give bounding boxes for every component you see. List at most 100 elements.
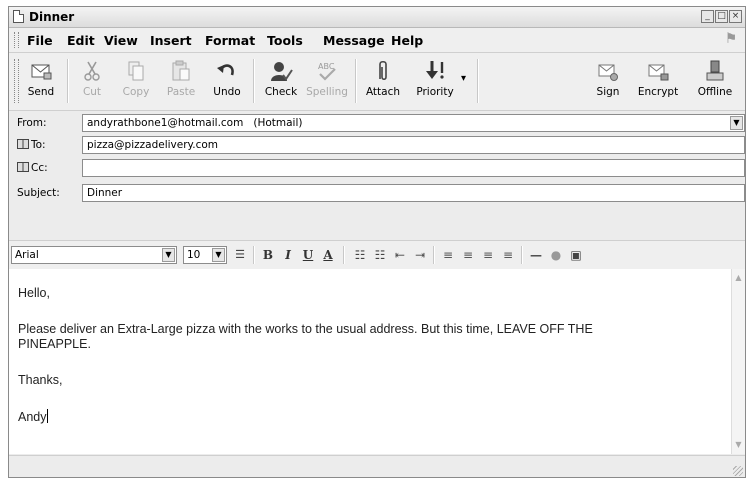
undo-button[interactable]: Undo [207, 57, 247, 105]
scissors-icon [84, 61, 100, 81]
paste-icon [172, 60, 190, 81]
sign-label: Sign [596, 86, 620, 98]
menubar-grip[interactable] [14, 32, 19, 48]
svg-text:ABC: ABC [318, 62, 335, 71]
check-names-icon [271, 62, 293, 81]
to-value: pizza@pizzadelivery.com [87, 139, 219, 151]
insert-picture-icon[interactable]: ▣ [567, 247, 585, 263]
justify-icon[interactable]: ≡ [499, 247, 517, 263]
message-body[interactable]: Hello, Please deliver an Extra-Large piz… [9, 269, 731, 454]
text-caret [46, 409, 48, 423]
body-line-signature-wrap: Andy [18, 409, 48, 424]
menu-insert[interactable]: Insert [150, 33, 192, 48]
from-value: andyrathbone1@hotmail.com (Hotmail) [87, 117, 303, 129]
spelling-button[interactable]: ABC Spelling [305, 57, 349, 105]
title-bar: Dinner _ □ × [9, 7, 745, 28]
priority-button[interactable]: Priority [409, 57, 461, 105]
menu-format[interactable]: Format [205, 33, 255, 48]
address-book-icon [17, 139, 29, 149]
to-label-wrap[interactable]: To: [17, 139, 46, 151]
font-dropdown-button[interactable]: ▼ [162, 248, 175, 262]
paste-button[interactable]: Paste [161, 57, 201, 105]
font-value: Arial [15, 249, 39, 261]
copy-icon [128, 61, 144, 81]
priority-label: Priority [416, 86, 454, 98]
body-line-message: Please deliver an Extra-Large pizza with… [18, 322, 593, 336]
body-line-closing: Thanks, [18, 373, 63, 387]
from-select[interactable]: andyrathbone1@hotmail.com (Hotmail) ▼ [82, 114, 745, 132]
underline-icon[interactable]: U [299, 247, 317, 263]
offline-button[interactable]: Offline [693, 57, 737, 105]
from-dropdown-button[interactable]: ▼ [730, 116, 743, 130]
font-color-icon[interactable]: A [319, 247, 337, 263]
align-left-icon[interactable]: ≡ [439, 247, 457, 263]
check-button[interactable]: Check [261, 57, 301, 105]
resize-grip[interactable] [733, 466, 743, 476]
font-size-select[interactable]: 10 ▼ [183, 246, 227, 264]
cc-field[interactable] [82, 159, 745, 177]
status-bar [9, 455, 745, 477]
menu-file[interactable]: File [27, 33, 53, 48]
menu-message[interactable]: Message [323, 33, 385, 48]
encrypt-label: Encrypt [637, 86, 679, 98]
spelling-icon: ABC [318, 62, 336, 81]
undo-icon [217, 64, 234, 76]
cut-label: Cut [82, 86, 102, 98]
window-title: Dinner [29, 10, 75, 24]
address-book-icon [17, 162, 29, 172]
vertical-scrollbar[interactable]: ▲ ▼ [731, 269, 745, 454]
menu-tools[interactable]: Tools [267, 33, 303, 48]
priority-icon [426, 61, 444, 79]
cc-label-wrap[interactable]: Cc: [17, 162, 48, 174]
maximize-button[interactable]: □ [715, 10, 728, 23]
bold-icon[interactable]: B [259, 247, 277, 263]
hyperlink-icon[interactable]: ● [547, 247, 565, 263]
window-controls: _ □ × [701, 10, 742, 23]
menu-edit[interactable]: Edit [67, 33, 95, 48]
align-right-icon[interactable]: ≡ [479, 247, 497, 263]
send-button[interactable]: Send [21, 57, 61, 105]
check-label: Check [264, 86, 298, 98]
encrypt-button[interactable]: Encrypt [635, 57, 681, 105]
attach-label: Attach [365, 86, 401, 98]
increase-indent-icon[interactable]: ⇥ [411, 247, 429, 263]
menu-view[interactable]: View [104, 33, 138, 48]
font-size-dropdown-button[interactable]: ▼ [212, 248, 225, 262]
minimize-button[interactable]: _ [701, 10, 714, 23]
paragraph-style-icon[interactable]: ☰ [231, 247, 249, 263]
sign-icon [598, 64, 618, 81]
priority-dropdown-arrow[interactable]: ▾ [461, 73, 466, 84]
menu-help[interactable]: Help [391, 33, 423, 48]
compose-window: Dinner _ □ × File Edit View Insert Forma… [8, 6, 746, 478]
cc-label: Cc: [31, 162, 48, 174]
align-center-icon[interactable]: ≡ [459, 247, 477, 263]
cut-button[interactable]: Cut [73, 57, 111, 105]
paperclip-icon [379, 60, 387, 81]
formatting-toolbar: Arial ▼ 10 ▼ ☰ B I U A ☷ ☷ ⇤ ⇥ ≡ ≡ ≡ ≡ —… [9, 240, 745, 270]
horizontal-line-icon[interactable]: — [527, 247, 545, 263]
scroll-down-arrow[interactable]: ▼ [732, 438, 745, 452]
copy-button[interactable]: Copy [117, 57, 155, 105]
numbered-list-icon[interactable]: ☷ [351, 247, 369, 263]
toolbar: Send Cut Copy Paste Undo Check ABC Spell… [9, 53, 745, 111]
body-line-signature: Andy [18, 410, 47, 424]
to-field[interactable]: pizza@pizzadelivery.com [82, 136, 745, 154]
paste-label: Paste [166, 86, 196, 98]
menu-bar: File Edit View Insert Format Tools Messa… [9, 28, 745, 53]
close-button[interactable]: × [729, 10, 742, 23]
from-label: From: [17, 117, 47, 129]
italic-icon[interactable]: I [279, 247, 297, 263]
decrease-indent-icon[interactable]: ⇤ [391, 247, 409, 263]
subject-label: Subject: [17, 187, 60, 199]
scroll-up-arrow[interactable]: ▲ [732, 271, 745, 285]
font-select[interactable]: Arial ▼ [11, 246, 177, 264]
windows-logo-icon: ⚑ [724, 31, 738, 47]
font-size-value: 10 [187, 249, 201, 261]
attach-button[interactable]: Attach [363, 57, 403, 105]
toolbar-grip[interactable] [14, 59, 19, 103]
bulleted-list-icon[interactable]: ☷ [371, 247, 389, 263]
to-label: To: [31, 139, 46, 151]
subject-field[interactable]: Dinner [82, 184, 745, 202]
document-icon [13, 10, 24, 23]
sign-button[interactable]: Sign [589, 57, 627, 105]
